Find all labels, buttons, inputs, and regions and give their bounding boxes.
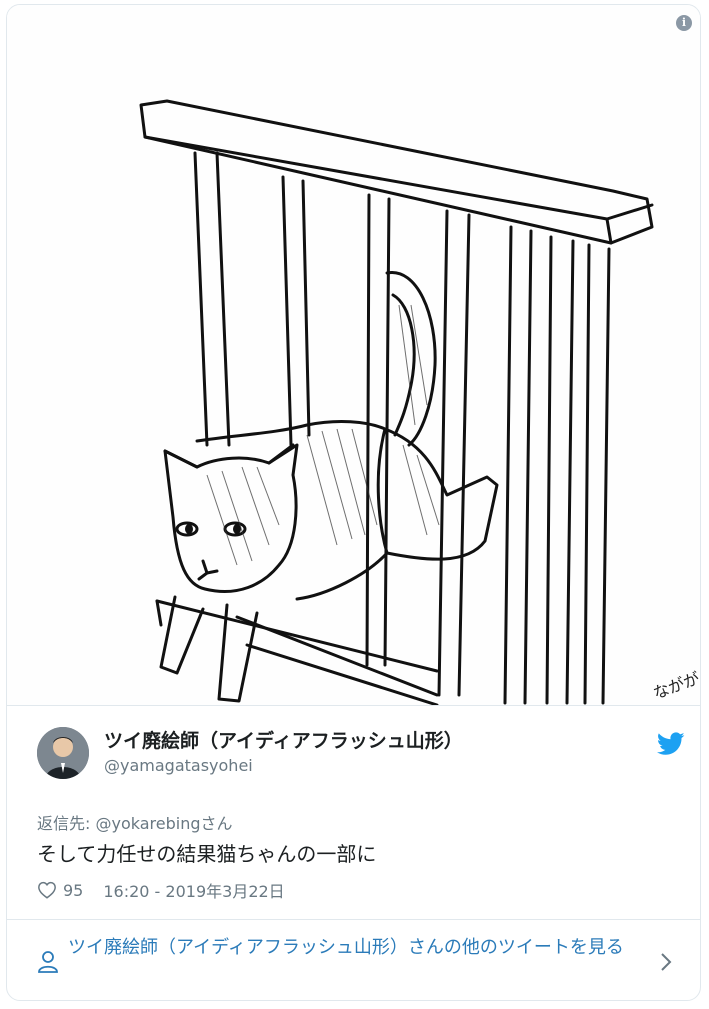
tweet-timestamp[interactable]: 16:20 - 2019年3月22日: [103, 878, 284, 902]
tweet-author[interactable]: ツイ廃絵師（アイディアフラッシュ山形） @yamagatasyohei: [37, 727, 685, 783]
person-icon: [38, 951, 58, 973]
author-names: ツイ廃絵師（アイディアフラッシュ山形） @yamagatasyohei: [104, 729, 463, 777]
divider: [7, 919, 700, 920]
chevron-right-icon: [661, 953, 672, 971]
tweet-card: ながが i ツイ廃絵師（アイディアフラッシュ山形） @yamagatasyohe…: [6, 4, 701, 1001]
cat-in-railing-drawing: ながが: [139, 99, 701, 705]
reply-to-suffix: さん: [200, 814, 233, 833]
info-icon[interactable]: i: [676, 15, 692, 31]
avatar[interactable]: [37, 727, 89, 779]
heart-icon[interactable]: [37, 881, 57, 899]
tweet-text: そして力任せの結果猫ちゃんの一部に: [37, 842, 377, 866]
more-tweets-link[interactable]: ツイ廃絵師（アイディアフラッシュ山形）さんの他のツイートを見る: [37, 933, 677, 993]
more-tweets-label[interactable]: ツイ廃絵師（アイディアフラッシュ山形）さんの他のツイートを見る: [68, 933, 648, 963]
user-avatar-icon: [37, 727, 89, 779]
twitter-bird-icon[interactable]: [657, 732, 685, 756]
artist-signature: ながが: [651, 669, 701, 703]
reply-to-line: 返信先: @yokarebingさん: [37, 810, 233, 834]
tweet-media-image[interactable]: ながが i: [7, 5, 701, 706]
tweet-meta: 95 16:20 - 2019年3月22日: [37, 878, 285, 902]
like-count[interactable]: 95: [63, 881, 83, 900]
author-display-name[interactable]: ツイ廃絵師（アイディアフラッシュ山形）: [104, 729, 463, 753]
reply-to-prefix: 返信先:: [37, 814, 96, 833]
author-handle[interactable]: @yamagatasyohei: [104, 755, 463, 777]
reply-to-mention[interactable]: @yokarebing: [95, 814, 200, 833]
